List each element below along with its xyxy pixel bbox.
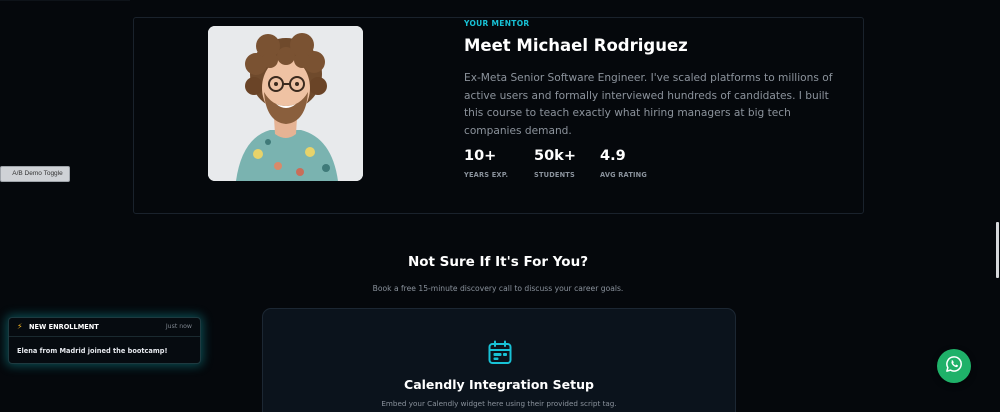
mentor-name: Meet Michael Rodriguez [464, 36, 688, 55]
stat-students: 50k+ STUDENTS [534, 147, 576, 179]
scrollbar[interactable] [996, 222, 999, 278]
discovery-subtitle: Book a free 15-minute discovery call to … [372, 284, 624, 293]
calendar-icon [487, 340, 513, 366]
stat-label: AVG RATING [600, 171, 648, 179]
mentor-photo [208, 26, 363, 181]
enrollment-toast: ⚡ NEW ENROLLMENT Just now Elena from Mad… [8, 317, 201, 364]
toast-time: Just now [165, 323, 192, 330]
calendly-title: Calendly Integration Setup [404, 377, 594, 392]
toast-title: NEW ENROLLMENT [29, 323, 99, 331]
stat-value: 50k+ [534, 148, 576, 164]
mentor-bio: Ex-Meta Senior Software Engineer. I've s… [464, 72, 833, 137]
divider [0, 0, 130, 1]
stat-label: YEARS EXP. [464, 171, 509, 179]
calendly-card: Calendly Integration Setup Embed your Ca… [262, 308, 736, 412]
whatsapp-button[interactable] [937, 349, 971, 383]
toast-message: Elena from Madrid joined the bootcamp! [17, 347, 168, 355]
calendly-subtitle: Embed your Calendly widget here using th… [381, 399, 617, 408]
mentor-card: YOUR MENTOR Meet Michael Rodriguez Ex-Me… [133, 17, 864, 214]
stat-years: 10+ YEARS EXP. [464, 147, 508, 179]
stat-label: STUDENTS [534, 171, 575, 179]
mentor-eyebrow: YOUR MENTOR [464, 19, 530, 28]
ab-demo-toggle-button[interactable]: A/B Demo Toggle [0, 166, 70, 182]
whatsapp-icon [945, 355, 963, 377]
stat-value: 4.9 [600, 148, 626, 164]
discovery-title: Not Sure If It's For You? [407, 254, 589, 270]
toast-header: ⚡ NEW ENROLLMENT Just now [9, 318, 200, 337]
stat-rating: 4.9 AVG RATING [600, 147, 647, 179]
stat-value: 10+ [464, 148, 497, 164]
lightning-icon: ⚡ [17, 322, 23, 331]
